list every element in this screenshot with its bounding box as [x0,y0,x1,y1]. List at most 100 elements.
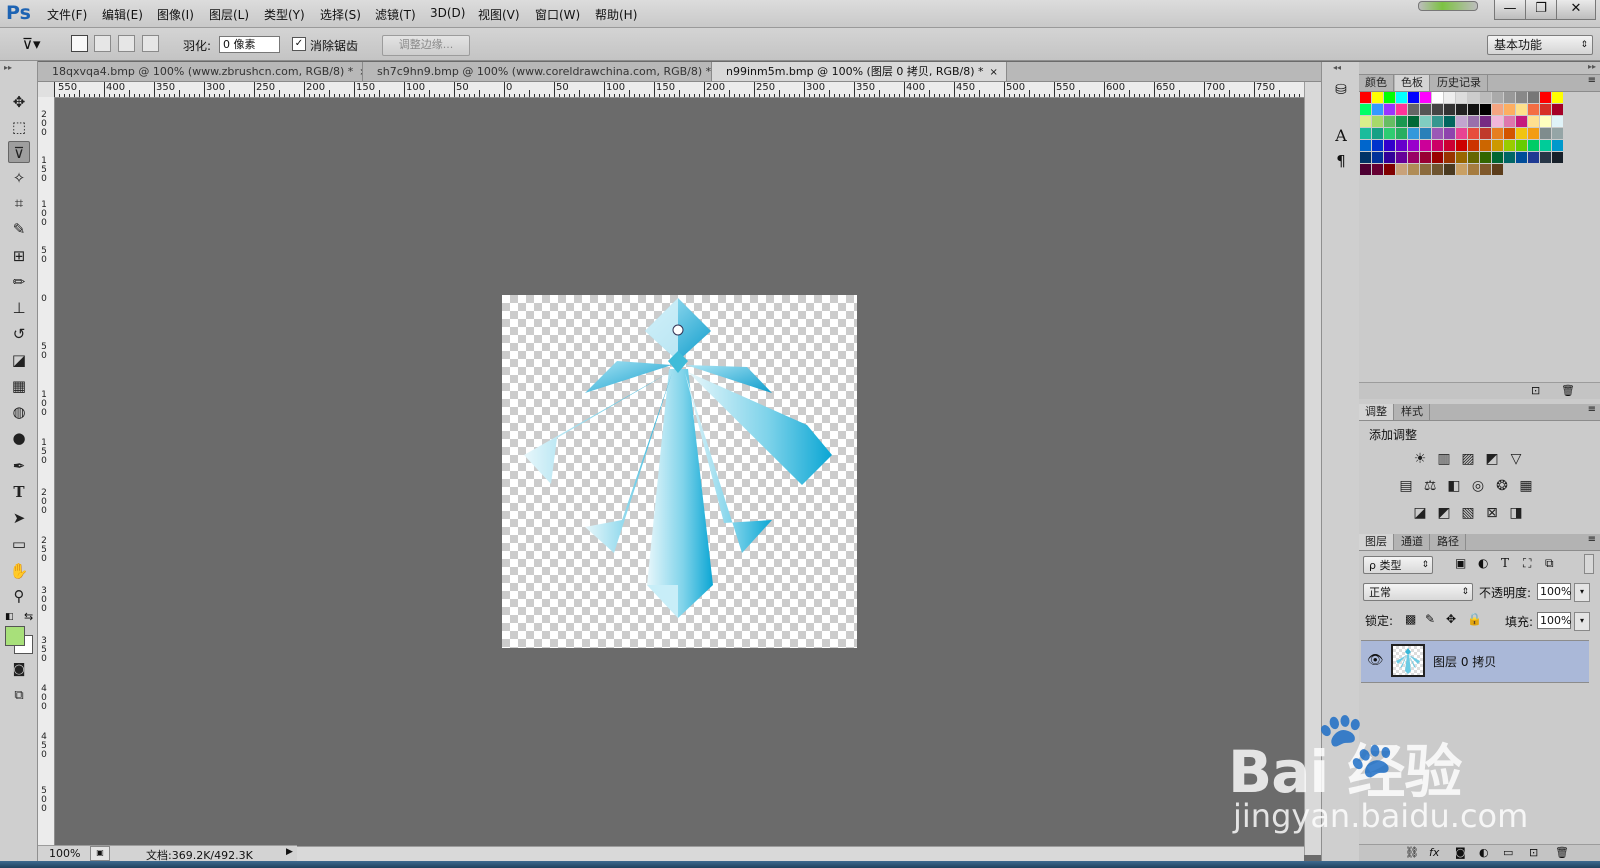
new-selection-icon[interactable] [71,35,88,52]
color-swatch[interactable] [1468,104,1479,115]
color-swatch[interactable] [1456,152,1467,163]
gradient-map-icon[interactable]: ◨ [1507,504,1525,522]
color-swatch[interactable] [1384,92,1395,103]
color-swatch[interactable] [1384,128,1395,139]
dodge-tool-icon[interactable]: ● [8,427,30,449]
color-swatch[interactable] [1384,152,1395,163]
menu-3d[interactable]: 3D(D) [430,6,465,20]
color-swatch[interactable] [1372,128,1383,139]
collapse-arrows-icon[interactable]: ◂◂ [1333,63,1341,72]
color-swatch[interactable] [1432,92,1443,103]
color-swatch[interactable] [1516,152,1527,163]
color-swatch[interactable] [1432,104,1443,115]
color-swatch[interactable] [1396,92,1407,103]
color-swatch[interactable] [1432,152,1443,163]
color-swatch[interactable] [1504,128,1515,139]
color-swatch[interactable] [1456,92,1467,103]
color-swatch[interactable] [1492,92,1503,103]
color-swatch[interactable] [1408,104,1419,115]
tab-paths[interactable]: 路径 [1431,534,1466,550]
rectangle-tool-icon[interactable]: ▭ [8,533,30,555]
color-swatch[interactable] [1492,128,1503,139]
zoom-tool-icon[interactable]: ⚲ [8,585,30,607]
color-swatch[interactable] [1396,152,1407,163]
3d-panel-icon[interactable]: ⛁ [1332,82,1350,104]
restore-button[interactable]: ❐ [1525,0,1557,20]
vibrance-icon[interactable]: ▽ [1507,450,1525,468]
color-swatch[interactable] [1516,116,1527,127]
color-swatch[interactable] [1540,128,1551,139]
color-balance-icon[interactable]: ⚖ [1421,477,1439,495]
magic-wand-tool-icon[interactable]: ✧ [8,167,30,189]
color-swatch[interactable] [1372,104,1383,115]
color-swatch[interactable] [1396,140,1407,151]
selective-color-icon[interactable]: ⊠ [1483,504,1501,522]
foreground-color-swatch[interactable] [5,626,25,646]
lock-transparent-icon[interactable]: ▩ [1405,612,1416,626]
blur-tool-icon[interactable]: ◍ [8,401,30,423]
color-swatch[interactable] [1384,104,1395,115]
close-button[interactable]: ✕ [1556,0,1596,20]
paragraph-panel-icon[interactable]: ¶ [1332,152,1350,174]
adjustment-layer-icon[interactable]: ◐ [1479,846,1489,859]
add-selection-icon[interactable] [94,35,111,52]
color-swatch[interactable] [1528,116,1539,127]
color-swatch[interactable] [1432,164,1443,175]
color-swatch[interactable] [1528,92,1539,103]
color-swatch[interactable] [1360,104,1371,115]
minimize-button[interactable]: — [1494,0,1526,20]
curves-icon[interactable]: ▨ [1459,450,1477,468]
color-swatch[interactable] [1528,128,1539,139]
feather-input[interactable]: 0 像素 [219,36,280,53]
color-swatch[interactable] [1384,116,1395,127]
color-lookup-icon[interactable]: ▦ [1517,477,1535,495]
color-swatch[interactable] [1480,116,1491,127]
color-swatch[interactable] [1360,128,1371,139]
crop-tool-icon[interactable]: ⌗ [8,192,30,214]
invert-icon[interactable]: ◪ [1411,504,1429,522]
gradient-tool-icon[interactable]: ▦ [8,375,30,397]
filter-adjustment-icon[interactable]: ◐ [1478,556,1488,570]
tab-history[interactable]: 历史记录 [1431,75,1488,91]
color-swatch[interactable] [1384,164,1395,175]
color-swatch[interactable] [1528,104,1539,115]
history-brush-tool-icon[interactable]: ↺ [8,323,30,345]
filter-toggle[interactable] [1584,554,1594,574]
collapse-arrows-icon[interactable]: ▸▸ [1588,62,1596,71]
antialias-checkbox[interactable]: ✓ [292,37,306,51]
color-swatch[interactable] [1468,116,1479,127]
color-swatch[interactable] [1408,152,1419,163]
menu-select[interactable]: 选择(S) [320,6,361,23]
color-swatch[interactable] [1516,140,1527,151]
zoom-level[interactable]: 100% [49,847,80,860]
color-swatch[interactable] [1528,152,1539,163]
doc-tab-3[interactable]: n99inm5m.bmp @ 100% (图层 0 拷贝, RGB/8) * × [712,62,1007,81]
move-tool-icon[interactable]: ✥ [8,91,30,113]
lock-image-icon[interactable]: ✎ [1425,612,1435,626]
color-swatch[interactable] [1540,104,1551,115]
healing-brush-tool-icon[interactable]: ⊞ [8,245,30,267]
color-swatch[interactable] [1432,140,1443,151]
color-swatch[interactable] [1480,128,1491,139]
new-layer-icon[interactable]: ⊡ [1529,846,1538,859]
menu-view[interactable]: 视图(V) [478,6,520,23]
color-swatch[interactable] [1528,140,1539,151]
lasso-tool-icon[interactable]: ⊽ [8,141,30,163]
tab-swatches[interactable]: 色板 [1395,75,1430,91]
panel-menu-icon[interactable]: ≡ [1588,534,1596,545]
color-swatch[interactable] [1408,92,1419,103]
fill-dropdown-icon[interactable]: ▾ [1574,612,1590,631]
layer-row[interactable]: 👁 图层 0 拷贝 [1361,640,1589,683]
screen-mode-icon[interactable]: ⧉ [8,685,30,707]
swap-colors-icon[interactable]: ⇆ [24,610,33,623]
type-tool-icon[interactable]: T [8,481,30,503]
color-swatch[interactable] [1360,140,1371,151]
color-swatch[interactable] [1420,164,1431,175]
status-menu-arrow-icon[interactable]: ▶ [286,847,293,857]
color-swatch[interactable] [1360,116,1371,127]
eyedropper-tool-icon[interactable]: ✎ [8,218,30,240]
swatches-grid[interactable] [1360,92,1596,382]
color-swatch[interactable] [1420,128,1431,139]
trash-icon[interactable]: 🗑 [1555,846,1569,859]
menu-layer[interactable]: 图层(L) [209,6,249,23]
